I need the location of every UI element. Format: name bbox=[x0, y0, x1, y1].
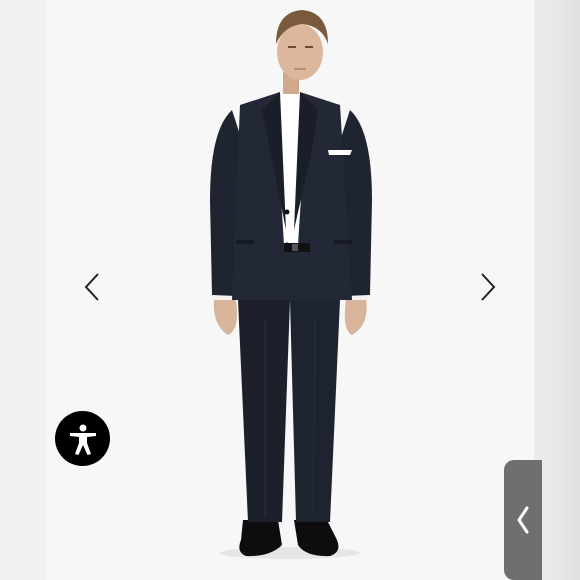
chevron-left-icon bbox=[84, 273, 99, 301]
chevron-right-icon bbox=[481, 273, 496, 301]
next-image-button[interactable] bbox=[474, 272, 502, 302]
side-panel-toggle[interactable] bbox=[504, 460, 542, 580]
chevron-left-icon bbox=[517, 506, 529, 534]
suit-model-illustration bbox=[210, 10, 372, 559]
left-frame bbox=[0, 0, 46, 580]
accessibility-button[interactable] bbox=[55, 411, 110, 466]
previous-image-button[interactable] bbox=[78, 272, 106, 302]
accessibility-person-icon bbox=[69, 424, 96, 455]
product-image bbox=[46, 0, 534, 580]
